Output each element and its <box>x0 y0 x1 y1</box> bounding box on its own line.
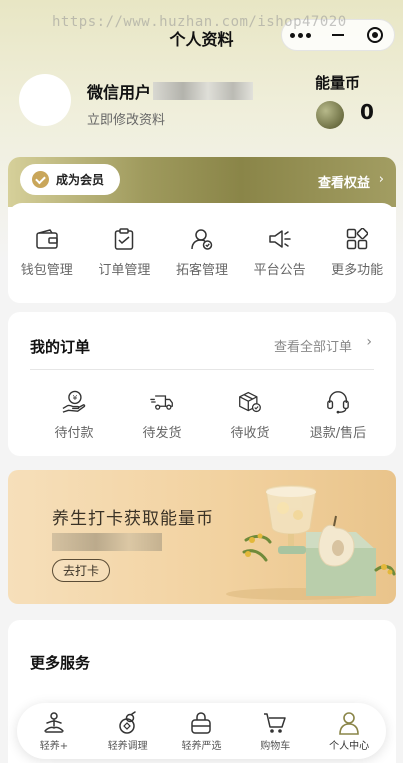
tab-selection[interactable]: 轻养严选 <box>165 711 239 752</box>
order-status-pending-shipment[interactable]: 待发货 <box>118 390 206 441</box>
banner-title: 养生打卡获取能量币 <box>52 509 214 529</box>
energy-coin-value: 0 <box>360 100 374 124</box>
bottom-tab-bar: 轻养+ 轻养调理 轻养严选 购物车 个人中心 <box>17 703 386 759</box>
order-status-label: 待发货 <box>142 426 182 441</box>
tool-announcements[interactable]: 平台公告 <box>241 227 319 303</box>
headset-icon <box>326 390 350 414</box>
cart-icon <box>263 711 287 735</box>
checkin-button[interactable]: 去打卡 <box>52 559 110 582</box>
checkin-banner[interactable]: 养生打卡获取能量币 去打卡 <box>8 470 396 604</box>
avatar[interactable] <box>19 74 71 126</box>
user-name: 微信用户 <box>87 83 152 102</box>
close-button[interactable] <box>357 20 394 50</box>
order-status-label: 待付款 <box>54 426 94 441</box>
tool-label: 订单管理 <box>98 263 151 278</box>
view-all-orders-link[interactable]: 查看全部订单 <box>274 336 352 355</box>
user-manage-icon <box>190 227 214 251</box>
megaphone-icon <box>268 227 292 251</box>
order-status-pending-receipt[interactable]: 待收货 <box>206 390 294 441</box>
order-status-pending-payment[interactable]: ¥ 待付款 <box>30 390 118 441</box>
tool-orders[interactable]: 订单管理 <box>86 227 164 303</box>
vip-banner: 成为会员 查看权益 › <box>8 157 396 207</box>
vip-card: 成为会员 查看权益 › 钱包管理 订单管理 拓客管理 平台公告 更多功能 <box>8 157 396 303</box>
tab-cart[interactable]: 购物车 <box>238 711 312 752</box>
bag-icon <box>189 711 213 735</box>
tab-conditioning[interactable]: 轻养调理 <box>91 710 165 752</box>
edit-profile-link[interactable]: 立即修改资料 <box>87 109 165 128</box>
redacted-banner-subtitle <box>52 533 162 551</box>
orders-title: 我的订单 <box>30 338 91 356</box>
order-status-row: ¥ 待付款 待发货 待收货 退款/售后 <box>30 390 382 441</box>
order-status-refund[interactable]: 退款/售后 <box>294 390 382 441</box>
tool-label: 钱包管理 <box>20 263 73 278</box>
order-status-label: 待收货 <box>230 426 270 441</box>
truck-icon <box>150 390 174 414</box>
grid-icon <box>345 227 369 251</box>
order-status-label: 退款/售后 <box>309 426 367 441</box>
tab-label: 轻养+ <box>39 740 69 752</box>
box-icon <box>238 390 262 414</box>
tool-label: 平台公告 <box>253 263 306 278</box>
wallet-icon <box>35 227 59 251</box>
tool-more[interactable]: 更多功能 <box>318 227 396 303</box>
redacted-user-id <box>153 82 253 100</box>
tab-label: 个人中心 <box>329 740 370 752</box>
tab-personal-center[interactable]: 个人中心 <box>312 711 386 752</box>
tool-label: 更多功能 <box>331 263 384 278</box>
tab-label: 轻养严选 <box>181 740 222 752</box>
meditation-icon <box>42 711 66 735</box>
order-list-icon <box>112 227 136 251</box>
tab-label: 购物车 <box>260 740 291 752</box>
become-member-button[interactable]: 成为会员 <box>20 164 120 195</box>
chevron-right-icon: › <box>366 334 372 350</box>
energy-coin-label: 能量币 <box>315 74 361 92</box>
chevron-right-icon: › <box>378 172 384 187</box>
my-orders-card: 我的订单 查看全部订单 › ¥ 待付款 待发货 待收货 退款/售后 <box>8 312 396 456</box>
tool-label: 拓客管理 <box>175 263 228 278</box>
view-rights-link[interactable]: 查看权益 <box>318 172 370 191</box>
tool-customers[interactable]: 拓客管理 <box>163 227 241 303</box>
tool-wallet[interactable]: 钱包管理 <box>8 227 86 303</box>
energy-coin-icon <box>316 101 344 129</box>
crown-icon <box>32 171 49 188</box>
quick-tools: 钱包管理 订单管理 拓客管理 平台公告 更多功能 <box>8 203 396 303</box>
pay-icon: ¥ <box>62 390 86 414</box>
divider <box>30 369 374 370</box>
product-illustration <box>226 485 396 600</box>
become-member-label: 成为会员 <box>56 173 105 187</box>
person-icon <box>337 711 361 735</box>
tab-qingyang-plus[interactable]: 轻养+ <box>17 711 91 752</box>
gourd-icon <box>116 710 140 735</box>
svg-text:¥: ¥ <box>73 393 78 402</box>
watermark: https://www.huzhan.com/ishop47020 <box>52 14 347 30</box>
tab-label: 轻养调理 <box>107 740 148 752</box>
more-services-title: 更多服务 <box>30 654 91 672</box>
